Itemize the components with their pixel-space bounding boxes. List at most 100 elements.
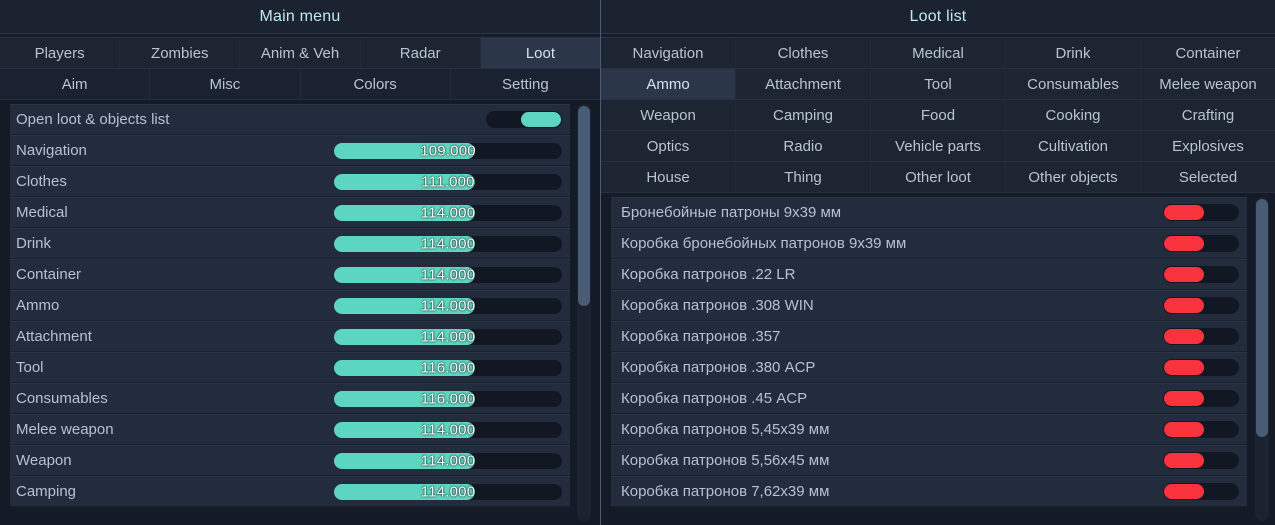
right-scrollbar-thumb[interactable] <box>1256 199 1268 437</box>
loot-item-row: Коробка патронов .45 ACP <box>611 383 1247 414</box>
loot-item-toggle[interactable] <box>1163 328 1239 345</box>
loot-item-toggle[interactable] <box>1163 452 1239 469</box>
tab-other-objects[interactable]: Other objects <box>1006 162 1141 192</box>
tab-label: Food <box>920 106 956 124</box>
loot-item-toggle[interactable] <box>1163 421 1239 438</box>
tab-optics[interactable]: Optics <box>601 131 736 161</box>
loot-items-list: Бронебойные патроны 9х39 мм Коробка броне… <box>611 193 1247 525</box>
tab-label: Clothes <box>777 44 829 62</box>
slider-fill <box>334 328 476 345</box>
loot-item-toggle[interactable] <box>1163 390 1239 407</box>
tab-cultivation[interactable]: Cultivation <box>1006 131 1141 161</box>
tab-container[interactable]: Container <box>1141 38 1275 68</box>
tab-label: Vehicle parts <box>895 137 981 155</box>
loot-category-tabrow-4: Optics Radio Vehicle parts Cultivation Explo… <box>601 131 1275 162</box>
slider-drink[interactable]: 114.000 <box>334 235 562 252</box>
tab-label: Other loot <box>905 168 971 186</box>
slider-navigation[interactable]: 109.000 <box>334 142 562 159</box>
slider-weapon[interactable]: 114.000 <box>334 452 562 469</box>
tab-house[interactable]: House <box>601 162 736 192</box>
loot-item-toggle[interactable] <box>1163 204 1239 221</box>
tab-aim[interactable]: Aim <box>0 69 151 99</box>
settings-row-label: Attachment <box>16 328 92 345</box>
tab-loot[interactable]: Loot <box>480 38 601 68</box>
settings-row: Consumables 116.000 <box>10 383 570 414</box>
toggle-knob <box>521 112 561 127</box>
settings-row-label: Navigation <box>16 142 87 159</box>
tab-clothes[interactable]: Clothes <box>736 38 871 68</box>
slider-medical[interactable]: 114.000 <box>334 204 562 221</box>
tab-label: Anim & Veh <box>260 44 340 62</box>
settings-row-label: Container <box>16 266 82 283</box>
left-scrollbar[interactable] <box>577 104 591 521</box>
tab-camping[interactable]: Camping <box>736 100 871 130</box>
tab-ammo[interactable]: Ammo <box>601 69 736 99</box>
tab-label: Aim <box>61 75 88 93</box>
tab-label: Container <box>1175 44 1241 62</box>
slider-camping[interactable]: 114.000 <box>334 483 562 500</box>
tab-setting[interactable]: Setting <box>450 69 600 99</box>
left-scrollbar-thumb[interactable] <box>578 106 590 306</box>
slider-container[interactable]: 114.000 <box>334 266 562 283</box>
loot-item-row: Бронебойные патроны 9х39 мм <box>611 197 1247 228</box>
slider-attachment[interactable]: 114.000 <box>334 328 562 345</box>
slider-ammo[interactable]: 114.000 <box>334 297 562 314</box>
settings-row: Open loot & objects list <box>10 104 570 135</box>
tab-tool[interactable]: Tool <box>871 69 1006 99</box>
tab-players[interactable]: Players <box>0 38 121 68</box>
tab-crafting[interactable]: Crafting <box>1141 100 1275 130</box>
tab-medical[interactable]: Medical <box>871 38 1006 68</box>
tab-food[interactable]: Food <box>871 100 1006 130</box>
tab-zombies[interactable]: Zombies <box>120 38 241 68</box>
tab-label: Zombies <box>151 44 209 62</box>
tab-label: Other objects <box>1028 168 1118 186</box>
tab-vehicle-parts[interactable]: Vehicle parts <box>871 131 1006 161</box>
slider-fill <box>334 204 476 221</box>
slider-tool[interactable]: 116.000 <box>334 359 562 376</box>
tab-label: Attachment <box>765 75 841 93</box>
settings-row-label: Melee weapon <box>16 421 114 438</box>
loot-item-toggle[interactable] <box>1163 297 1239 314</box>
loot-item-toggle[interactable] <box>1163 359 1239 376</box>
settings-row: Container 114.000 <box>10 259 570 290</box>
loot-item-label: Коробка бронебойных патронов 9х39 мм <box>621 235 907 252</box>
tab-consumables[interactable]: Consumables <box>1006 69 1141 99</box>
tab-selected[interactable]: Selected <box>1141 162 1275 192</box>
settings-row: Camping 114.000 <box>10 476 570 507</box>
loot-item-toggle[interactable] <box>1163 235 1239 252</box>
tab-anim-veh[interactable]: Anim & Veh <box>240 38 361 68</box>
tab-cooking[interactable]: Cooking <box>1006 100 1141 130</box>
tab-label: Cooking <box>1045 106 1101 124</box>
tab-label: Optics <box>646 137 690 155</box>
tab-label: Misc <box>209 75 241 93</box>
loot-item-row: Коробка патронов 5,45х39 мм <box>611 414 1247 445</box>
tab-label: Navigation <box>632 44 704 62</box>
toggle-open-loot-objects-list[interactable] <box>486 111 562 128</box>
tab-drink[interactable]: Drink <box>1006 38 1141 68</box>
tab-radio[interactable]: Radio <box>736 131 871 161</box>
slider-clothes[interactable]: 111.000 <box>334 173 562 190</box>
slider-consumables[interactable]: 116.000 <box>334 390 562 407</box>
loot-item-row: Коробка патронов .357 <box>611 321 1247 352</box>
tab-misc[interactable]: Misc <box>150 69 301 99</box>
tab-colors[interactable]: Colors <box>300 69 451 99</box>
loot-item-toggle[interactable] <box>1163 266 1239 283</box>
loot-item-toggle[interactable] <box>1163 483 1239 500</box>
tab-explosives[interactable]: Explosives <box>1141 131 1275 161</box>
tab-attachment[interactable]: Attachment <box>736 69 871 99</box>
tab-label: Explosives <box>1172 137 1244 155</box>
tab-thing[interactable]: Thing <box>736 162 871 192</box>
loot-item-label: Коробка патронов .380 ACP <box>621 359 816 376</box>
tab-other-loot[interactable]: Other loot <box>871 162 1006 192</box>
settings-row-label: Camping <box>16 483 77 500</box>
loot-item-label: Коробка патронов 5,56х45 мм <box>621 452 830 469</box>
tab-navigation[interactable]: Navigation <box>601 38 736 68</box>
settings-row: Tool 116.000 <box>10 352 570 383</box>
tab-label: Tool <box>924 75 952 93</box>
tab-label: Weapon <box>640 106 696 124</box>
right-scrollbar[interactable] <box>1255 197 1269 521</box>
tab-radar[interactable]: Radar <box>360 38 481 68</box>
tab-weapon[interactable]: Weapon <box>601 100 736 130</box>
slider-melee-weapon[interactable]: 114.000 <box>334 421 562 438</box>
tab-melee-weapon[interactable]: Melee weapon <box>1141 69 1275 99</box>
